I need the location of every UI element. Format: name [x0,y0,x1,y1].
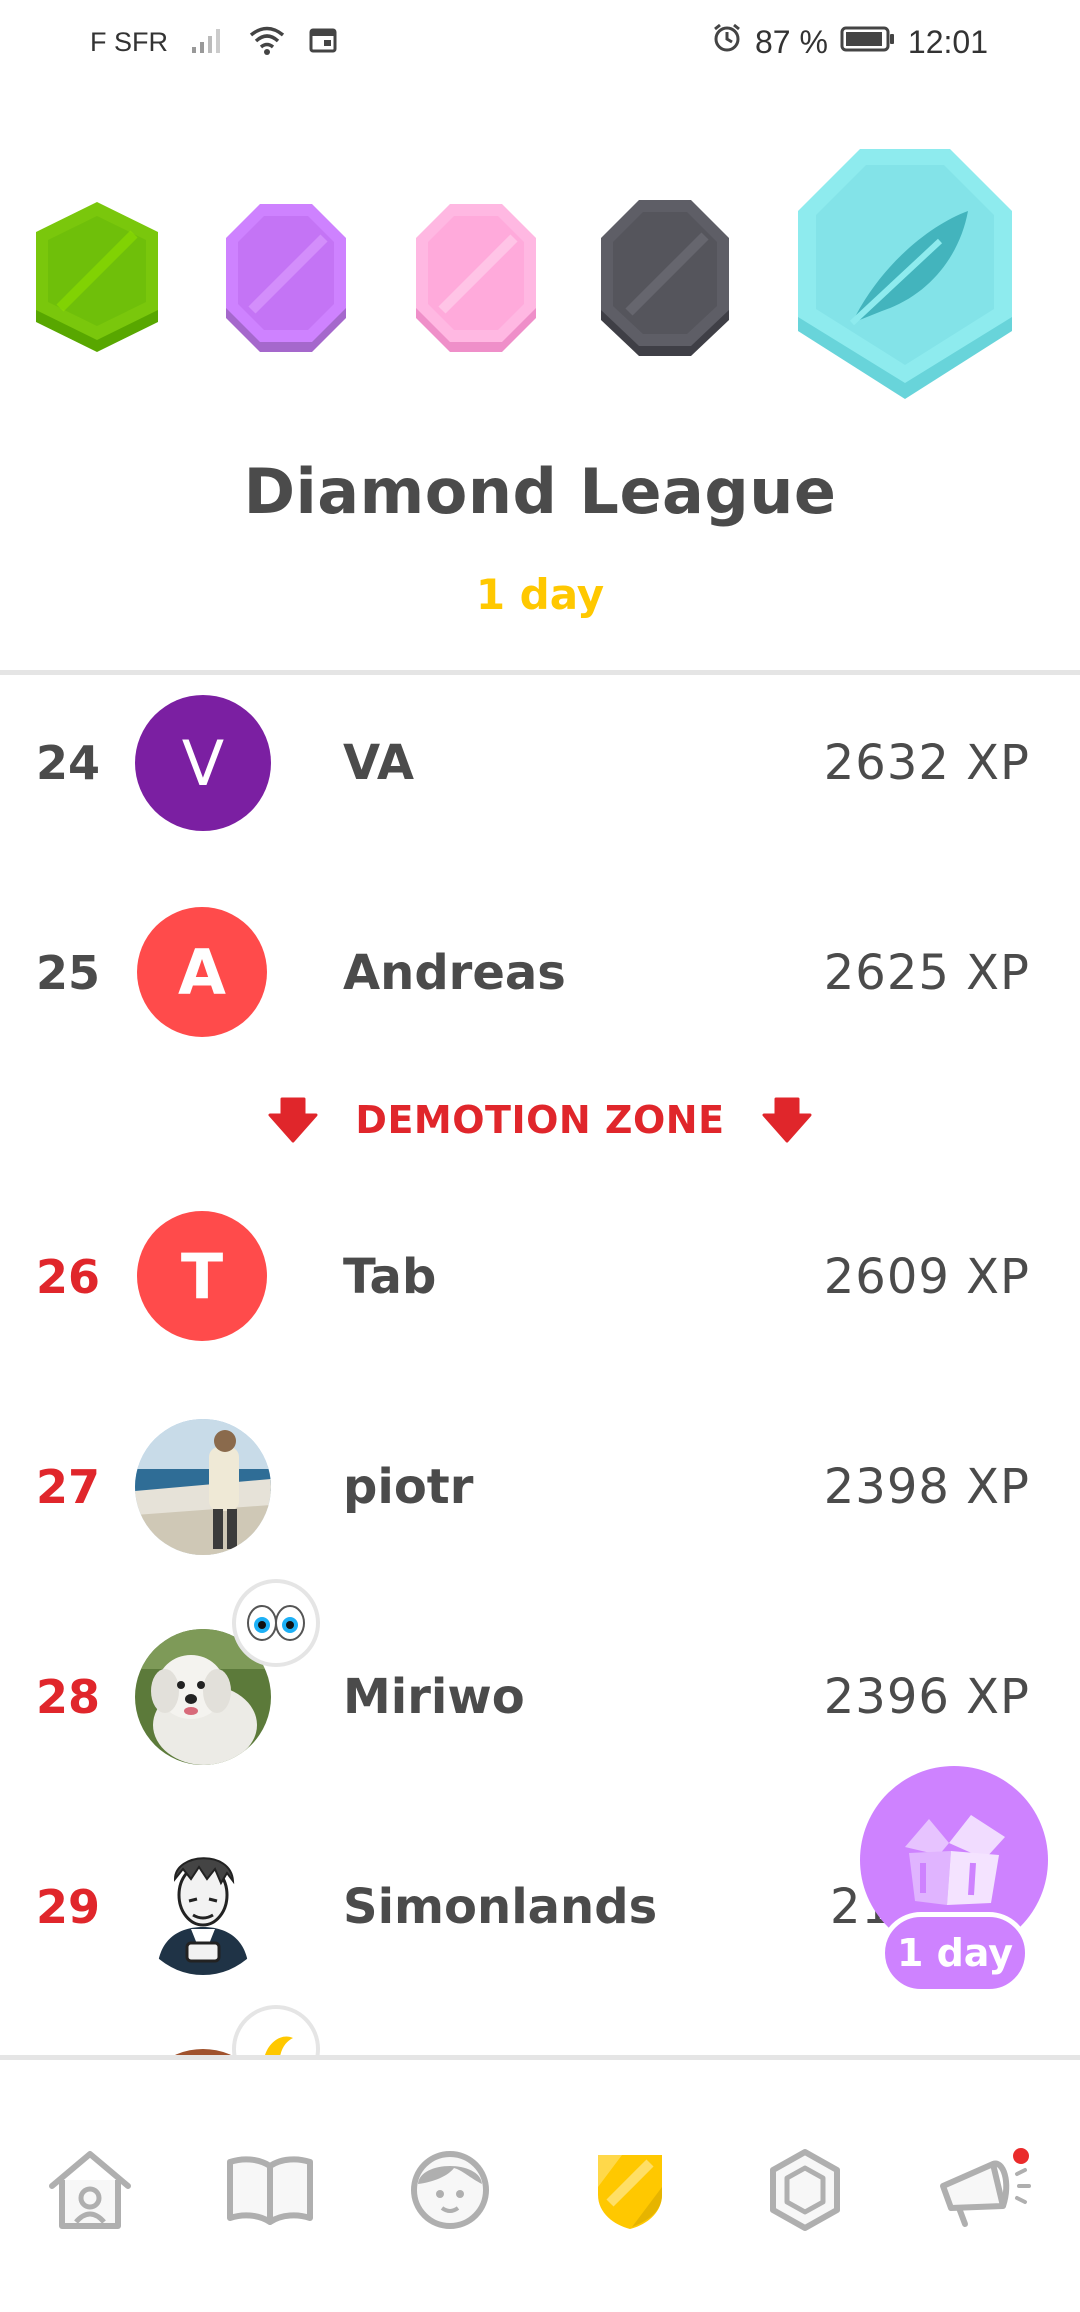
battery-percent: 87 % [754,23,828,60]
bottom-nav [0,2060,1080,2312]
diamond-league-badge-icon [790,145,1020,409]
eyes-icon [232,1579,320,1667]
league-badge-row [0,130,1080,430]
user-name: VA [343,735,415,791]
leaderboard-row[interactable]: 26 T Tab 2609 XP [0,1197,1080,1357]
chest-reward-button[interactable]: 1 day [860,1766,1050,2006]
avatar[interactable]: T [137,1211,267,1341]
battery-icon [840,24,896,61]
cartoon-avatar[interactable] [135,1839,271,1975]
signal-icon [190,25,226,59]
user-name: Tab [343,1249,437,1305]
rank-number: 26 [36,1250,101,1304]
user-name: Simonlands [343,1879,658,1935]
league-title: Diamond League [243,455,837,528]
leaderboard-row[interactable]: 27 piotr 2398 XP [0,1407,1080,1567]
nav-leaderboard[interactable] [580,2142,680,2242]
nav-home[interactable] [40,2142,140,2242]
chest-timer-label: 1 day [880,1912,1030,1994]
rank-number: 28 [36,1670,101,1724]
leaderboard-row[interactable]: 24 V VA 2632 XP [0,683,1080,843]
avatar-initial: T [180,1239,224,1313]
rank-number: 29 [36,1880,101,1934]
friends-icon [404,2148,496,2236]
home-icon [44,2148,136,2236]
book-icon [224,2152,316,2232]
photo-avatar[interactable] [135,1419,271,1555]
obsidian-league-badge-icon [595,196,735,366]
sticker-icon [232,2005,320,2055]
clock: 12:01 [907,23,988,60]
user-xp: 2632 XP [823,735,1030,791]
user-xp: 2625 XP [823,945,1030,1001]
gem-icon [767,2148,843,2236]
wifi-icon [248,24,286,60]
user-xp: 2609 XP [823,1249,1030,1305]
notification-dot [1013,2148,1029,2164]
user-name: Miriwo [343,1669,525,1725]
avatar-initial: A [178,935,226,1009]
user-name: piotr [343,1459,474,1515]
nav-news[interactable] [935,2142,1035,2242]
user-xp: 2398 XP [823,1459,1030,1515]
demotion-zone-label: DEMOTION ZONE [355,1098,725,1142]
demotion-zone-divider: DEMOTION ZONE [0,1075,1080,1165]
status-bar: F SFR 87 % 12:01 [0,0,1080,84]
rank-number: 25 [36,946,101,1000]
carrier-label: F SFR [90,26,168,57]
calendar-icon [308,25,338,59]
pearl-league-badge-icon [410,200,542,362]
league-time-left: 1 day [475,570,605,619]
nav-profile[interactable] [400,2142,500,2242]
nav-shop[interactable] [755,2142,855,2242]
alarm-icon [711,22,743,62]
bronze-league-badge-icon [30,200,164,362]
amethyst-league-badge-icon [220,200,352,362]
user-name: Andreas [343,945,566,1001]
status-left: F SFR [90,22,338,62]
avatar[interactable]: A [137,907,267,1037]
nav-stories[interactable] [220,2142,320,2242]
arrow-down-icon [762,1097,812,1147]
user-xp: 2396 XP [823,1669,1030,1725]
avatar-initial: V [181,726,225,800]
status-right: 87 % 12:01 [711,20,988,64]
avatar[interactable]: V [135,695,271,831]
rank-number: 27 [36,1460,101,1514]
leaderboard-row[interactable]: 25 A Andreas 2625 XP [0,893,1080,1053]
league-shield-icon [592,2147,668,2237]
treasure-chest-icon [889,1803,1019,1917]
leaderboard-row[interactable]: 28 Miriwo 2396 XP [0,1579,1080,1777]
leaderboard-row[interactable] [0,2005,1080,2055]
rank-number: 24 [36,736,101,790]
